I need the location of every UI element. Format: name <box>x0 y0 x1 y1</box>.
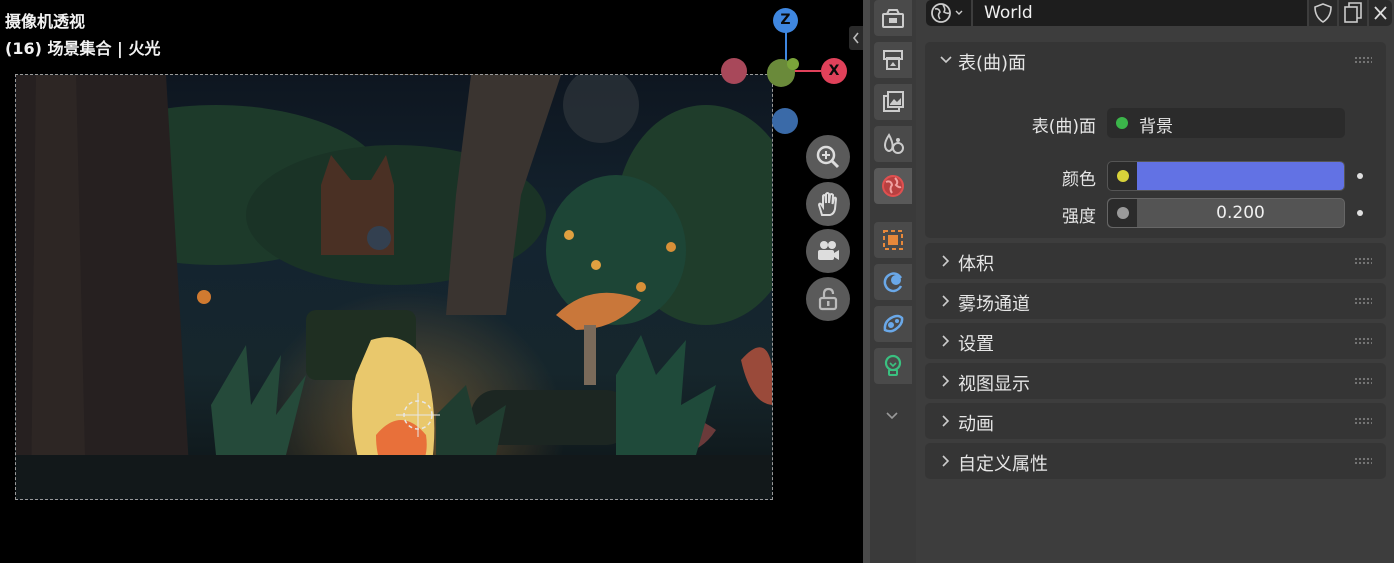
surface-label: 表(曲)面 <box>1031 117 1096 137</box>
drag-handle-icon[interactable] <box>1354 257 1372 265</box>
panel-mist-pass[interactable]: 雾场通道 <box>925 283 1386 319</box>
shader-socket-icon <box>1116 117 1128 129</box>
chevron-right-icon <box>942 455 950 467</box>
tab-physics[interactable] <box>874 264 912 300</box>
color-label: 颜色 <box>1062 170 1096 190</box>
viewport-collection-info: (16) 场景集合 | 火光 <box>5 39 161 58</box>
shield-icon <box>1314 3 1332 23</box>
chevron-right-icon <box>942 295 950 307</box>
camera-view-render <box>15 74 773 500</box>
panel-settings[interactable]: 设置 <box>925 323 1386 359</box>
gizmo-x-axis-button[interactable]: X <box>821 58 847 84</box>
panel-settings-title: 设置 <box>958 334 994 355</box>
image-layers-icon <box>883 91 904 112</box>
chevron-right-icon <box>942 255 950 267</box>
drag-handle-icon[interactable] <box>1354 457 1372 465</box>
panel-animation-title: 动画 <box>958 414 994 435</box>
printer-icon <box>883 50 903 70</box>
value-socket-icon <box>1117 207 1129 219</box>
chevron-down-icon <box>940 56 952 64</box>
camera-icon <box>818 241 839 260</box>
chevron-right-icon <box>942 335 950 347</box>
strength-field[interactable]: 0.200 <box>1107 198 1345 228</box>
object-icon <box>883 230 903 250</box>
chevron-left-icon <box>852 32 859 44</box>
color-swatch[interactable] <box>1137 162 1344 190</box>
panel-mist-title: 雾场通道 <box>958 294 1030 315</box>
tab-constraints[interactable] <box>874 306 912 342</box>
world-selector-row: World <box>926 0 1392 26</box>
chevron-down-icon <box>886 412 898 420</box>
strength-keyframe-dot[interactable] <box>1357 210 1363 216</box>
pan-button[interactable] <box>806 182 850 226</box>
strength-socket-area <box>1108 199 1137 227</box>
scene-icon <box>884 133 904 154</box>
panel-surface: 表(曲)面 表(曲)面 背景 颜色 强度 0.200 <box>925 42 1386 238</box>
panel-volume-title: 体积 <box>958 254 994 275</box>
tab-view-layer[interactable] <box>874 84 912 120</box>
tab-output[interactable] <box>874 42 912 78</box>
gizmo-z-axis-button[interactable]: Z <box>773 8 798 33</box>
world-icon <box>882 175 904 197</box>
unlink-world-button[interactable] <box>1369 0 1392 26</box>
gizmo-neg-x-axis-button[interactable] <box>721 58 747 84</box>
duplicate-icon <box>1344 2 1362 23</box>
color-keyframe-dot[interactable] <box>1357 173 1363 179</box>
drag-handle-icon[interactable] <box>1354 297 1372 305</box>
close-icon <box>1374 6 1387 20</box>
panel-animation[interactable]: 动画 <box>925 403 1386 439</box>
area-divider[interactable] <box>863 0 870 563</box>
physics-icon <box>883 272 903 293</box>
gizmo-neg-z-axis-button[interactable] <box>772 108 798 134</box>
more-tabs-button[interactable] <box>886 406 898 425</box>
strength-label: 强度 <box>1062 207 1096 227</box>
hand-icon <box>817 192 838 216</box>
color-field[interactable] <box>1107 161 1345 191</box>
panel-surface-header[interactable]: 表(曲)面 <box>925 42 1386 80</box>
constraint-icon <box>883 314 904 333</box>
tab-scene[interactable] <box>874 126 912 162</box>
panel-custom-properties-title: 自定义属性 <box>958 454 1048 475</box>
world-browse-button[interactable] <box>926 0 971 26</box>
gizmo-y-axis-button[interactable] <box>787 58 799 70</box>
world-name: World <box>984 3 1033 23</box>
drag-handle-icon[interactable] <box>1354 417 1372 425</box>
world-browse-icon <box>931 3 963 23</box>
sidebar-toggle-button[interactable] <box>849 26 863 50</box>
surface-shader-selector[interactable]: 背景 <box>1107 108 1345 138</box>
panel-volume[interactable]: 体积 <box>925 243 1386 279</box>
tab-object[interactable] <box>874 222 912 258</box>
duplicate-world-button[interactable] <box>1339 0 1367 26</box>
color-socket-icon <box>1117 170 1129 182</box>
chevron-right-icon <box>942 375 950 387</box>
3d-viewport[interactable]: 摄像机透视 (16) 场景集合 | 火光 Z X <box>0 0 863 563</box>
drag-handle-icon[interactable] <box>1354 377 1372 385</box>
properties-editor: World 表(曲)面 表(曲)面 背景 颜色 强度 0.200 体积 雾场通道… <box>916 0 1394 563</box>
viewport-view-name: 摄像机透视 <box>5 12 86 31</box>
panel-custom-properties[interactable]: 自定义属性 <box>925 443 1386 479</box>
world-name-field[interactable]: World <box>973 0 1307 26</box>
tab-data[interactable] <box>874 348 912 384</box>
drag-handle-icon[interactable] <box>1354 56 1372 64</box>
camera-view-button[interactable] <box>806 229 850 273</box>
strength-value: 0.200 <box>1216 203 1265 223</box>
render-icon <box>882 9 904 28</box>
drag-handle-icon[interactable] <box>1354 337 1372 345</box>
tab-render[interactable] <box>874 0 912 36</box>
forest-scene-image <box>16 75 772 499</box>
zoom-button[interactable] <box>806 135 850 179</box>
properties-tab-bar <box>870 0 916 563</box>
fake-user-button[interactable] <box>1309 0 1337 26</box>
lightbulb-icon <box>884 354 902 376</box>
lock-icon <box>818 287 838 311</box>
panel-viewport-display[interactable]: 视图显示 <box>925 363 1386 399</box>
lock-camera-button[interactable] <box>806 277 850 321</box>
zoom-icon <box>816 145 840 169</box>
surface-shader-value: 背景 <box>1139 117 1173 137</box>
panel-surface-title: 表(曲)面 <box>958 53 1027 74</box>
panel-viewport-display-title: 视图显示 <box>958 374 1030 395</box>
tab-world[interactable] <box>874 168 912 204</box>
chevron-right-icon <box>942 415 950 427</box>
